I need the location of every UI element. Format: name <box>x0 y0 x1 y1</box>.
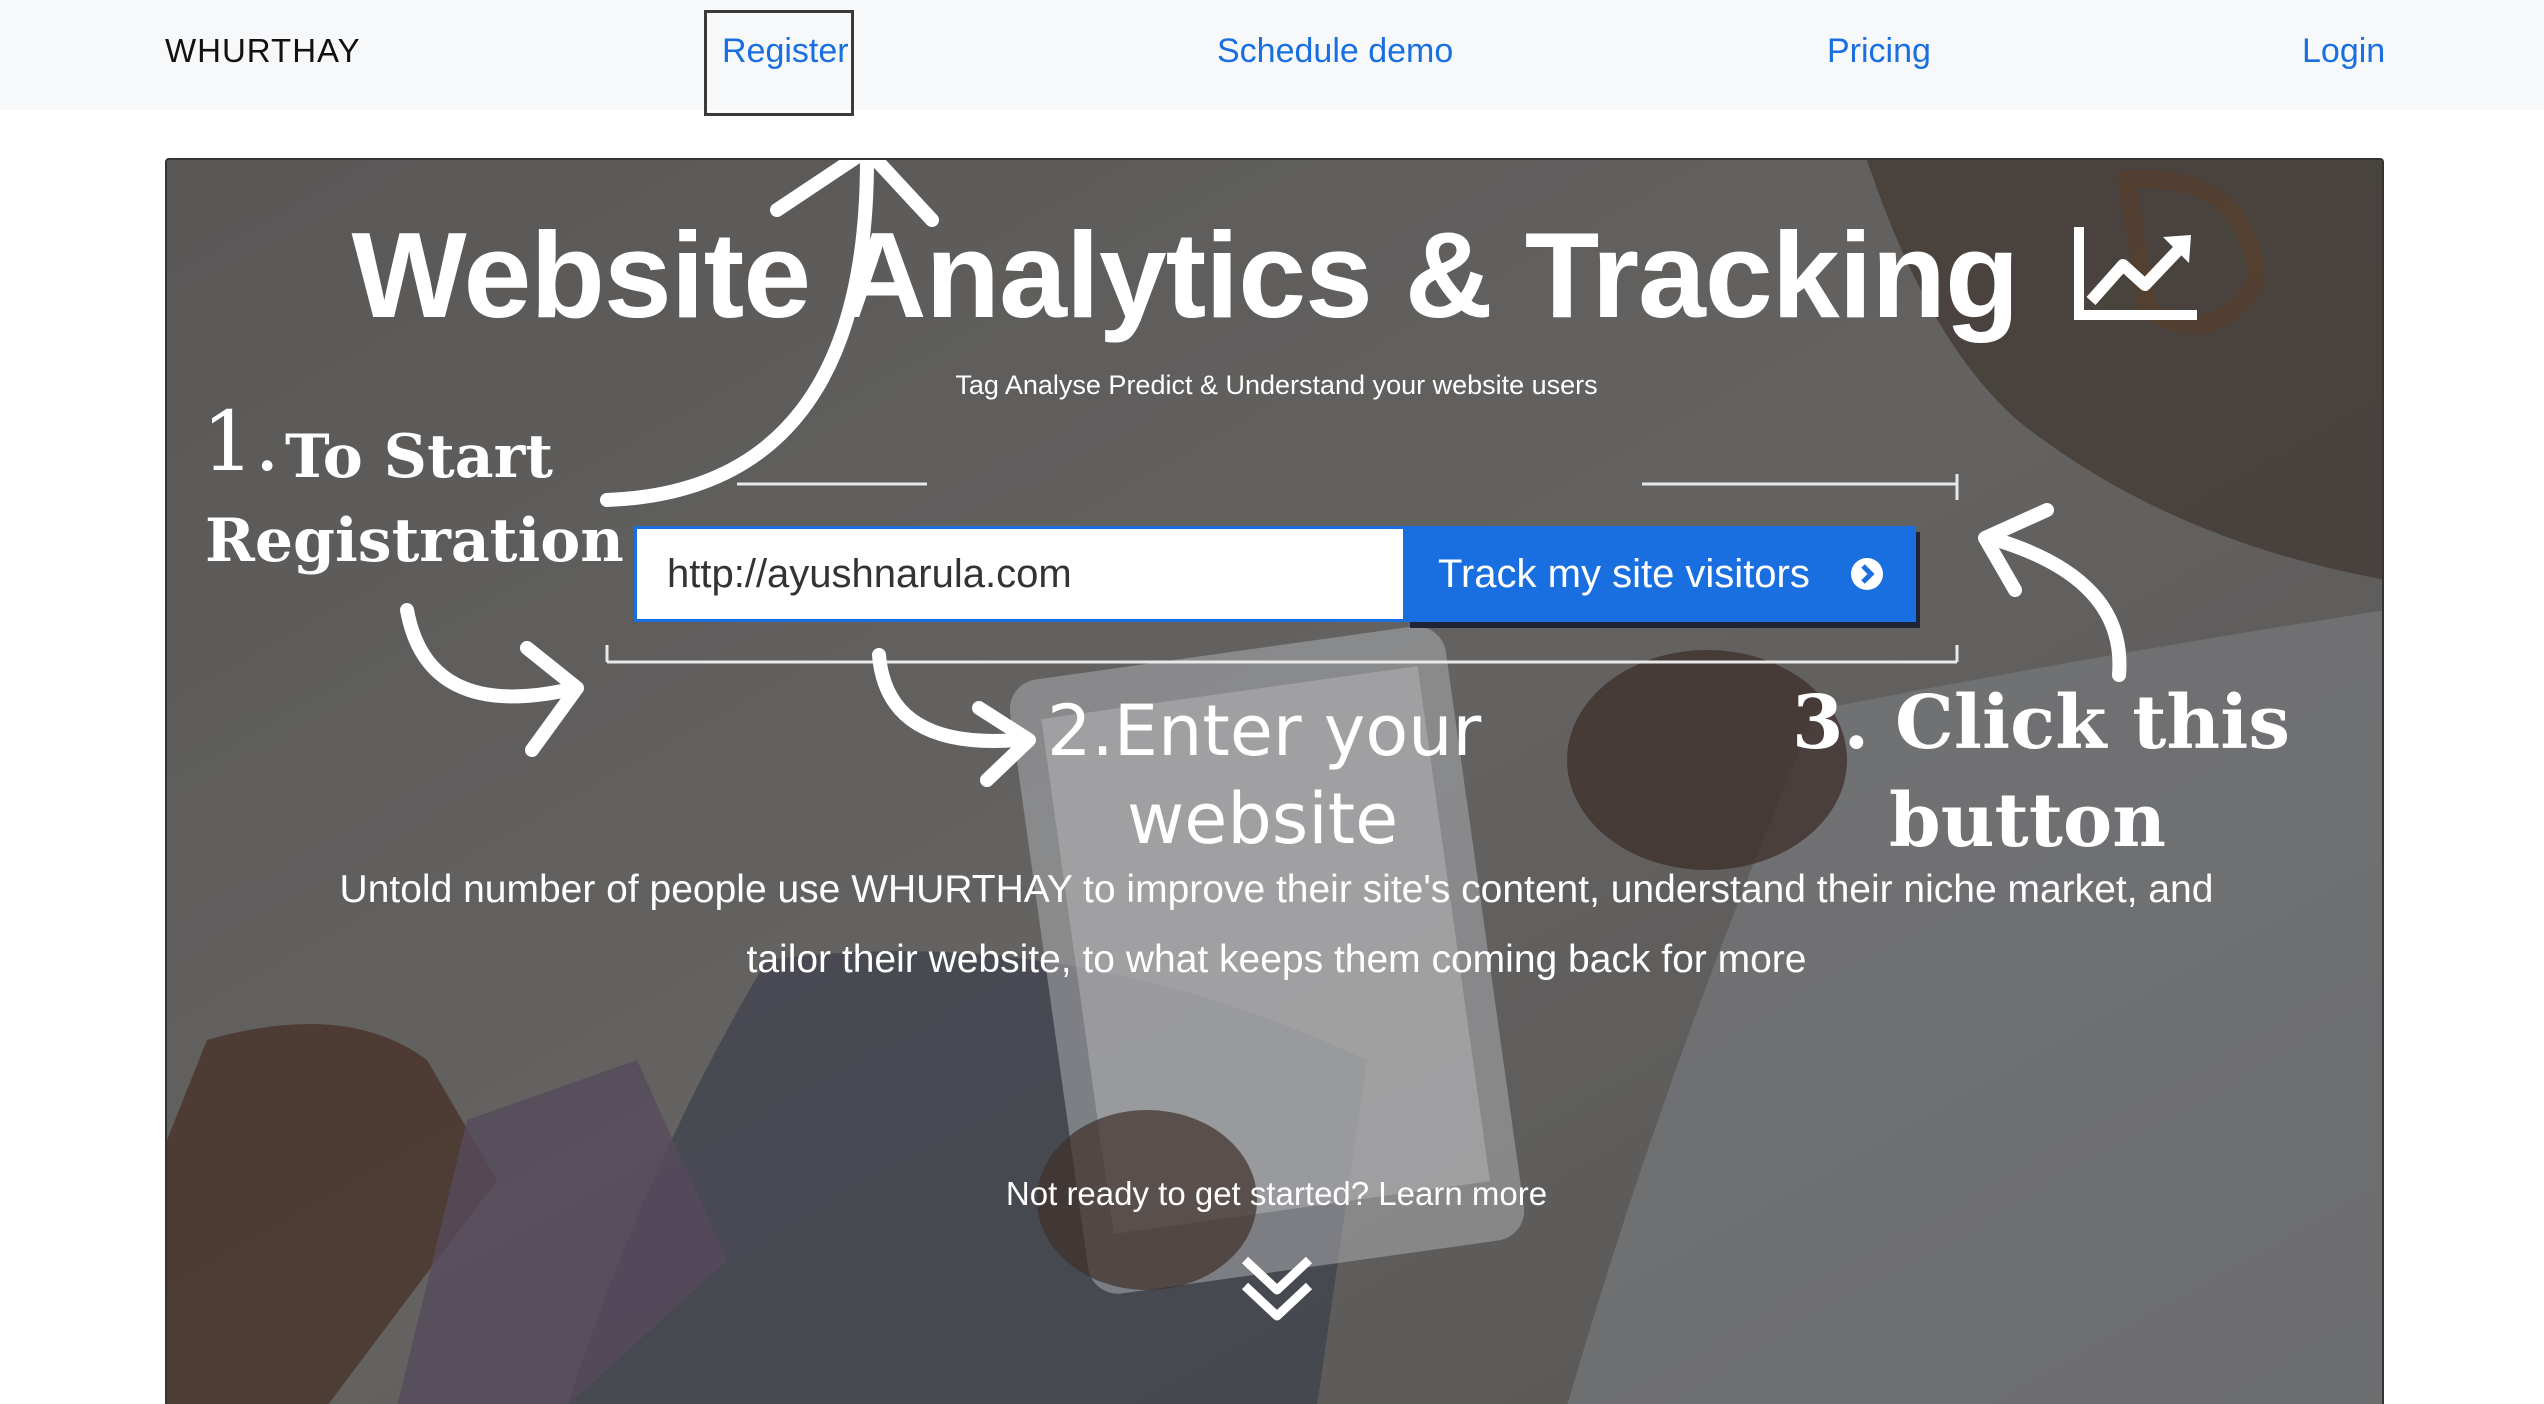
nav-schedule-demo-link[interactable]: Schedule demo <box>1217 32 1453 71</box>
top-navbar: WHURTHAY Register Schedule demo Pricing … <box>0 0 2544 116</box>
brand-logo[interactable]: WHURTHAY <box>165 32 361 70</box>
hero-description: Untold number of people use WHURTHAY to … <box>167 855 2382 995</box>
description-line-1: Untold number of people use WHURTHAY to … <box>339 868 2214 911</box>
nav-pricing-link[interactable]: Pricing <box>1827 32 1931 71</box>
annotation-step2-line1: 2.Enter your <box>1047 690 1482 772</box>
website-url-input[interactable] <box>634 526 1406 622</box>
track-site-visitors-button[interactable]: Track my site visitors <box>1406 526 1916 622</box>
annotation-step3-line2: button <box>1889 778 2167 864</box>
register-highlight-box <box>704 10 854 116</box>
annotation-step3-line1: 3. Click this <box>1792 680 2290 766</box>
annotation-step2-line2: website <box>1127 778 1399 860</box>
nav-login-link[interactable]: Login <box>2302 32 2385 71</box>
hero-section: Website Analytics & Tracking Tag Analyse… <box>165 158 2384 1404</box>
learn-more-link[interactable]: Not ready to get started? Learn more <box>167 1175 2382 1213</box>
arrow-circle-right-icon <box>1851 558 1883 590</box>
description-line-2: tailor their website, to what keeps them… <box>746 938 1807 981</box>
track-button-label: Track my site visitors <box>1438 552 1810 596</box>
double-chevron-down-icon[interactable] <box>1237 1250 1317 1330</box>
annotation-step1-line1: To Start <box>285 422 553 492</box>
annotation-step1-number: 1. <box>202 395 281 490</box>
annotation-step1-line2: Registration <box>205 506 624 576</box>
